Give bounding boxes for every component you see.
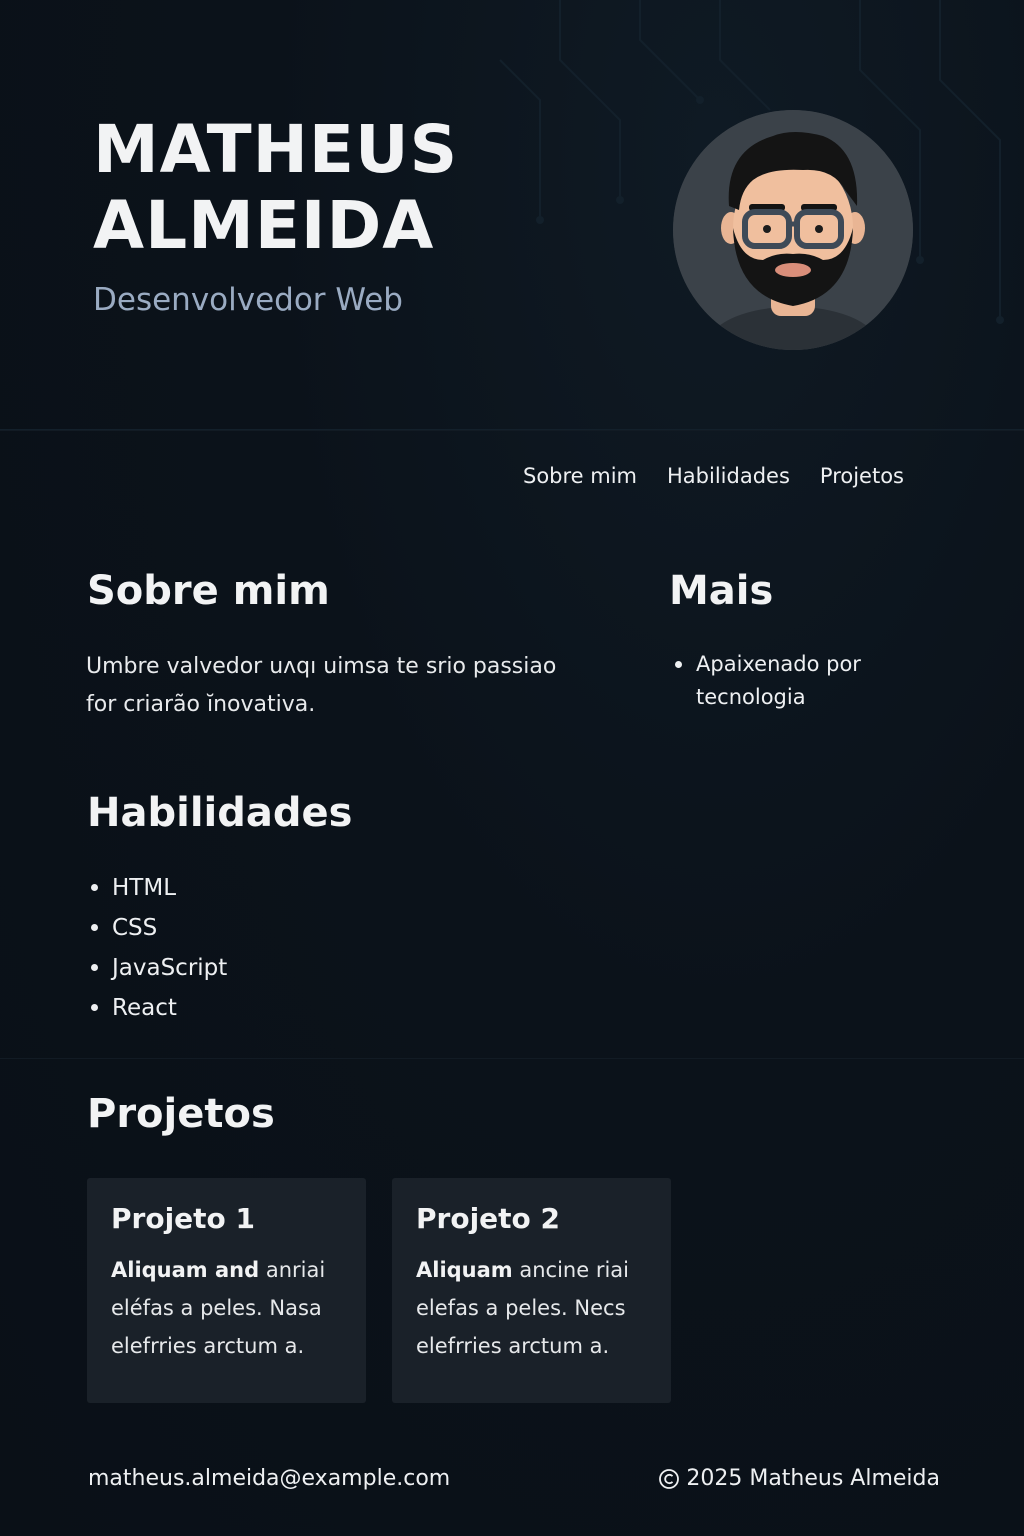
list-item: Apaixenado por tecnologia [675, 648, 916, 714]
header-divider [0, 430, 1024, 431]
avatar [673, 110, 913, 350]
project-card-description: Aliquam ancine riai elefas a peles. Necs… [416, 1251, 647, 1365]
skills-title: Habilidades [87, 790, 353, 836]
project-card-lead: Aliquam and [111, 1258, 260, 1282]
section-divider [0, 1058, 1024, 1059]
project-card-title: Projeto 1 [111, 1202, 256, 1235]
nav-link-sobre-mim[interactable]: Sobre mim [523, 464, 637, 488]
name-first: MATHEUS [93, 111, 459, 188]
skill-item-javascript: JavaScript [90, 948, 227, 988]
footer-email-link[interactable]: matheus.almeida@example.com [88, 1466, 450, 1491]
nav-link-habilidades[interactable]: Habilidades [667, 464, 790, 488]
more-title: Mais [669, 568, 774, 614]
project-card-2[interactable]: Projeto 2 Aliquam ancine riai elefas a p… [392, 1178, 671, 1403]
about-title: Sobre mim [87, 568, 330, 614]
project-card-lead: Aliquam [416, 1258, 513, 1282]
main-nav: Sobre mim Habilidades Projetos [523, 464, 904, 488]
copyright-text: 2025 Matheus Almeida [686, 1466, 940, 1491]
project-card-description: Aliquam and anriai eléfas a peles. Nasa … [111, 1251, 342, 1365]
skill-item-html: HTML [90, 868, 227, 908]
skill-item-css: CSS [90, 908, 227, 948]
project-card-title: Projeto 2 [416, 1202, 561, 1235]
more-list: Apaixenado por tecnologia [670, 648, 916, 714]
avatar-illustration [673, 110, 913, 350]
project-card-1[interactable]: Projeto 1 Aliquam and anriai eléfas a pe… [87, 1178, 366, 1403]
skills-list: HTML CSS JavaScript React [86, 868, 227, 1028]
projects-title: Projetos [87, 1091, 275, 1137]
name-last: ALMEIDA [93, 187, 435, 264]
about-text: Umbre valvedor uʌqı uimsa te srio passia… [86, 654, 557, 717]
page-title: MATHEUS ALMEIDA [93, 112, 458, 264]
skill-item-react: React [90, 988, 227, 1028]
footer-copyright: 2025 Matheus Almeida [658, 1466, 940, 1491]
job-subtitle: Desenvolvedor Web [93, 282, 403, 318]
copyright-icon [659, 1468, 680, 1489]
nav-link-projetos[interactable]: Projetos [820, 464, 904, 488]
